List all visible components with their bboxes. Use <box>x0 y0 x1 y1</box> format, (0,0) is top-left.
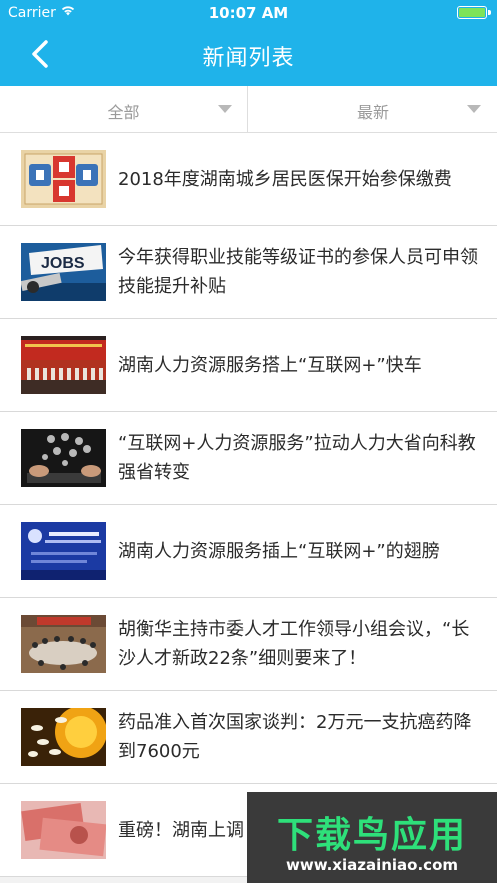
watermark: 下载鸟应用 www.xiazainiao.com <box>247 792 497 883</box>
banknotes-image <box>21 801 106 859</box>
news-title: 药品准入首次国家谈判：2万元一支抗癌药降到7600元 <box>118 712 472 762</box>
pills-image <box>21 708 106 766</box>
caret-down-icon <box>467 105 481 113</box>
caret-down-icon <box>218 105 232 113</box>
blue-conference-screen-image <box>21 522 106 580</box>
filter-bar: 全部 最新 <box>0 86 497 133</box>
news-title: 胡衡华主持市委人才工作领导小组会议，“长沙人才新政22条”细则要来了！ <box>118 619 470 669</box>
conference-stage-image <box>21 336 106 394</box>
news-list: 2018年度湖南城乡居民医保开始参保缴费 JOBS 今年获得职业技能等级证书的参… <box>0 133 497 877</box>
category-filter-dropdown[interactable]: 全部 <box>0 86 248 132</box>
battery-icon <box>457 6 491 19</box>
news-item[interactable]: 胡衡华主持市委人才工作领导小组会议，“长沙人才新政22条”细则要来了！ <box>0 598 497 691</box>
category-filter-label: 全部 <box>107 103 140 122</box>
nav-bar: 新闻列表 <box>0 26 497 86</box>
app-header: Carrier 10:07 AM 新闻列表 <box>0 0 497 86</box>
svg-text:JOBS: JOBS <box>41 255 85 272</box>
news-title: “互联网+人力资源服务”拉动人力大省向科教强省转变 <box>118 433 476 483</box>
news-title: 湖南人力资源服务插上“互联网+”的翅膀 <box>118 540 440 562</box>
news-item[interactable]: JOBS 今年获得职业技能等级证书的参保人员可申领技能提升补贴 <box>0 226 497 319</box>
jobs-scissors-image: JOBS <box>21 243 106 301</box>
status-time: 10:07 AM <box>208 4 289 22</box>
news-title: 2018年度湖南城乡居民医保开始参保缴费 <box>118 168 452 190</box>
page-title: 新闻列表 <box>202 46 295 71</box>
news-item[interactable]: “互联网+人力资源服务”拉动人力大省向科教强省转变 <box>0 412 497 505</box>
sort-filter-label: 最新 <box>356 103 389 122</box>
news-item[interactable]: 药品准入首次国家谈判：2万元一支抗癌药降到7600元 <box>0 691 497 784</box>
news-item[interactable]: 2018年度湖南城乡居民医保开始参保缴费 <box>0 133 497 226</box>
meeting-room-image <box>21 615 106 673</box>
news-title: 湖南人力资源服务搭上“互联网+”快车 <box>118 354 422 376</box>
watermark-logo-text: 下载鸟应用 <box>276 815 467 856</box>
sort-filter-dropdown[interactable]: 最新 <box>249 86 497 132</box>
news-item[interactable]: 湖南人力资源服务搭上“互联网+”快车 <box>0 319 497 412</box>
watermark-url: www.xiazainiao.com <box>285 856 459 874</box>
news-item[interactable]: 湖南人力资源服务插上“互联网+”的翅膀 <box>0 505 497 598</box>
status-bar: Carrier 10:07 AM <box>0 0 497 26</box>
news-title: 今年获得职业技能等级证书的参保人员可申领技能提升补贴 <box>118 247 478 297</box>
medical-insurance-image <box>21 150 106 208</box>
tablet-icons-image <box>21 429 106 487</box>
